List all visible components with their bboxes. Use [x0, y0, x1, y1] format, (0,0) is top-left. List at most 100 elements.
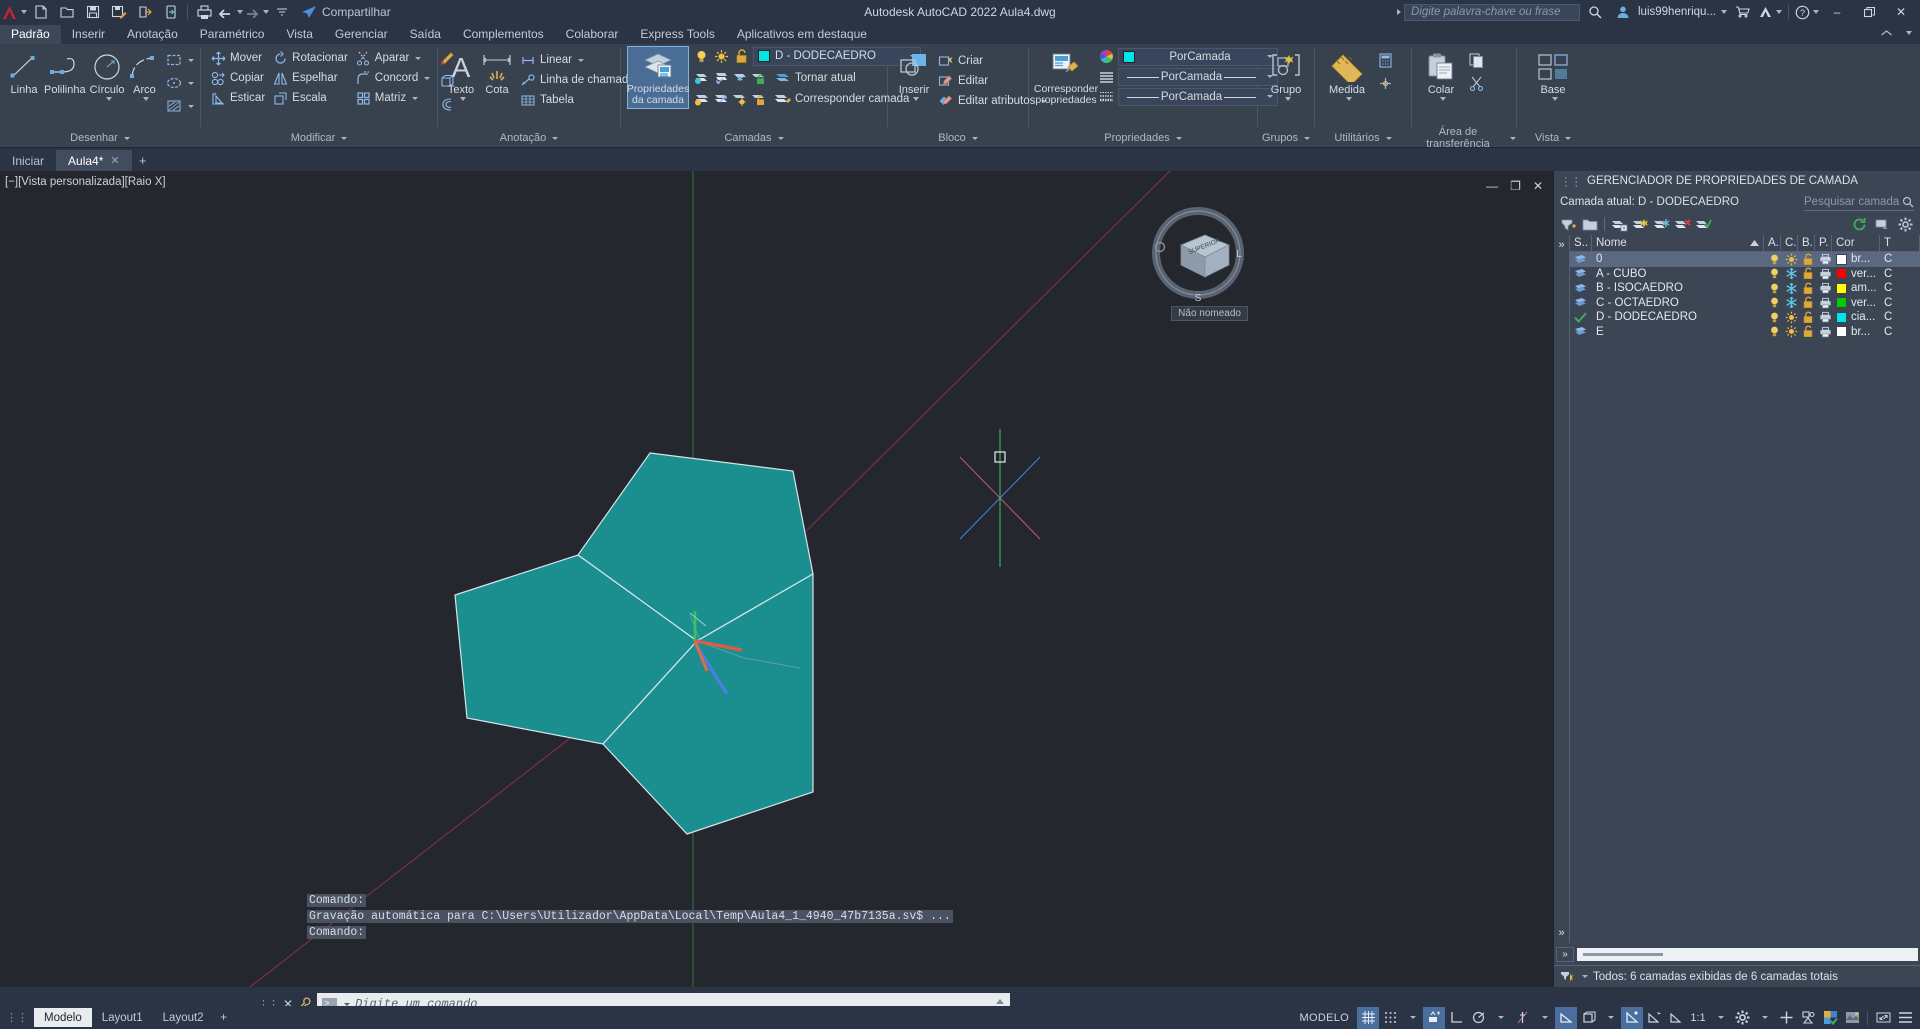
- scroll-track[interactable]: [1577, 947, 1918, 961]
- chevron-down-icon[interactable]: [577, 58, 584, 62]
- autodesk-store-icon[interactable]: [1729, 1, 1755, 23]
- layer-plot-cell[interactable]: [1815, 325, 1832, 340]
- col-header-status[interactable]: S..: [1570, 234, 1592, 252]
- customization-menu-icon[interactable]: [1894, 1007, 1916, 1029]
- layer-states-icon[interactable]: [1874, 216, 1891, 233]
- table-row[interactable]: C - OCTAEDRO ver... C: [1570, 296, 1920, 311]
- undo-icon[interactable]: [217, 1, 243, 23]
- new-file-icon[interactable]: [28, 1, 54, 23]
- col-header-plotar[interactable]: P.: [1815, 234, 1832, 252]
- layer-color-cell[interactable]: am...: [1832, 281, 1880, 296]
- object-snap-icon[interactable]: [1555, 1006, 1577, 1029]
- layer-status-cell[interactable]: [1570, 325, 1592, 340]
- panel-title-modificar[interactable]: Modificar: [201, 129, 437, 147]
- ribbon-tab-complementos[interactable]: Complementos: [452, 25, 555, 44]
- save-as-icon[interactable]: [106, 1, 132, 23]
- chevron-down-icon[interactable]: [415, 56, 422, 60]
- chevron-down-icon[interactable]: [1439, 97, 1446, 101]
- tool-ellipse[interactable]: [162, 73, 198, 93]
- object-linetype-combo[interactable]: PorCamada: [1118, 67, 1278, 86]
- layer-status-cell[interactable]: [1570, 252, 1592, 267]
- layer-plot-cell[interactable]: [1815, 296, 1832, 311]
- layer-off-icon[interactable]: [693, 90, 710, 107]
- layer-color-cell[interactable]: cia...: [1832, 310, 1880, 325]
- chevron-down-icon[interactable]: [1551, 97, 1558, 101]
- layer-name-cell[interactable]: 0: [1592, 252, 1764, 267]
- collapse-filter-tree-icon[interactable]: »: [1558, 927, 1564, 939]
- tool-concordancia[interactable]: Concord: [352, 68, 434, 88]
- layer-linetype-cell[interactable]: C: [1880, 281, 1920, 296]
- layer-search-input[interactable]: Pesquisar camada: [1804, 193, 1914, 211]
- chevron-down-icon[interactable]: [1284, 97, 1291, 101]
- drawing-tab-iniciar[interactable]: Iniciar: [0, 150, 56, 171]
- tool-rectangle[interactable]: [162, 50, 198, 70]
- delete-layer-icon[interactable]: [1674, 216, 1691, 233]
- navcube-view-name[interactable]: Não nomeado: [1171, 306, 1248, 321]
- color-wheel-icon[interactable]: [1099, 49, 1114, 64]
- tool-cut-clip-icon[interactable]: [1464, 73, 1489, 93]
- open-file-icon[interactable]: [54, 1, 80, 23]
- new-drawing-tab-button[interactable]: +: [132, 150, 154, 171]
- layer-name-cell[interactable]: E: [1592, 325, 1764, 340]
- help-search-input[interactable]: Digite palavra-chave ou frase: [1404, 3, 1580, 21]
- panel-title-propriedades[interactable]: Propriedades: [1029, 129, 1257, 147]
- layer-isolate-icon[interactable]: [693, 69, 710, 86]
- chevron-down-icon[interactable]: [188, 81, 195, 85]
- share-button[interactable]: Compartilhar: [301, 5, 391, 19]
- layer-freeze-cell[interactable]: [1781, 310, 1798, 325]
- tool-corresponder-propriedades[interactable]: Corresponder propriedades: [1034, 47, 1098, 108]
- expand-collapse-icon[interactable]: »: [1556, 946, 1574, 962]
- ortho-mode-icon[interactable]: [1445, 1007, 1467, 1029]
- drawing-tab-aula4[interactable]: Aula4* ✕: [56, 150, 132, 171]
- add-separator-icon[interactable]: [1775, 1007, 1797, 1029]
- redo-icon[interactable]: [243, 1, 269, 23]
- layer-states-manager-icon[interactable]: [1611, 216, 1628, 233]
- layer-color-cell[interactable]: ver...: [1832, 267, 1880, 282]
- col-header-bloquear[interactable]: B.: [1798, 234, 1815, 252]
- tool-matriz[interactable]: Matriz: [352, 88, 434, 108]
- new-layout-button[interactable]: +: [214, 1012, 234, 1024]
- table-row[interactable]: A - CUBO ver... C: [1570, 267, 1920, 282]
- isolate-objects-icon[interactable]: [1797, 1007, 1819, 1029]
- 3d-osnap-dropdown-icon[interactable]: [1599, 1007, 1621, 1029]
- polar-dropdown-icon[interactable]: [1489, 1007, 1511, 1029]
- panel-title-desenhar[interactable]: Desenhar: [0, 129, 200, 147]
- tool-inserir-bloco[interactable]: Inserir: [894, 48, 934, 103]
- chevron-down-icon[interactable]: [412, 96, 419, 100]
- layout-tab-modelo[interactable]: Modelo: [34, 1008, 92, 1027]
- layer-freeze-cell[interactable]: [1781, 267, 1798, 282]
- layer-turn-all-on-icon[interactable]: [712, 90, 729, 107]
- layer-on-cell[interactable]: [1764, 252, 1781, 267]
- snap-dropdown-icon[interactable]: [1401, 1007, 1423, 1029]
- layer-plot-cell[interactable]: [1815, 281, 1832, 296]
- layer-lock-icon[interactable]: [750, 69, 767, 86]
- ribbon-tab-parametrico[interactable]: Paramétrico: [189, 25, 276, 44]
- layer-plot-cell[interactable]: [1815, 267, 1832, 282]
- chevron-down-icon[interactable]: [1906, 31, 1912, 35]
- ribbon-tab-vista[interactable]: Vista: [275, 25, 323, 44]
- palette-title-bar[interactable]: ⋮⋮ GERENCIADOR DE PROPRIEDADES DE CAMADA: [1554, 171, 1920, 191]
- scroll-thumb[interactable]: [1583, 952, 1663, 956]
- palette-horizontal-scrollbar[interactable]: »: [1554, 943, 1920, 965]
- chevron-down-icon[interactable]: [142, 97, 149, 101]
- layer-thaw-all-icon[interactable]: [731, 90, 748, 107]
- annotation-scale-label[interactable]: 1:1: [1687, 1007, 1709, 1029]
- chevron-down-icon[interactable]: [105, 97, 112, 101]
- user-name-label[interactable]: luis99henriqu...: [1638, 6, 1716, 18]
- layout-tab-layout1[interactable]: Layout1: [92, 1008, 153, 1027]
- clean-screen-icon[interactable]: [1841, 1007, 1863, 1029]
- snap-mode-icon[interactable]: [1379, 1007, 1401, 1029]
- gear-icon[interactable]: [1897, 216, 1914, 233]
- drawing-canvas[interactable]: [−][Vista personalizada][Raio X] — ❐ ✕ S…: [0, 171, 1553, 987]
- tool-circulo[interactable]: Círculo: [88, 48, 127, 103]
- export-icon[interactable]: [132, 1, 158, 23]
- layer-name-cell[interactable]: B - ISOCAEDRO: [1592, 281, 1764, 296]
- model-space-button[interactable]: MODELO: [1292, 1007, 1357, 1029]
- col-header-ativa[interactable]: A.: [1764, 234, 1781, 252]
- tool-medida[interactable]: Medida: [1321, 48, 1373, 103]
- layer-lock-cell[interactable]: [1798, 252, 1815, 267]
- tool-colar[interactable]: Colar: [1418, 48, 1464, 103]
- dynamic-ucs-icon[interactable]: [1621, 1006, 1643, 1029]
- tool-rotacionar[interactable]: Rotacionar: [269, 48, 352, 68]
- plot-icon[interactable]: [191, 1, 217, 23]
